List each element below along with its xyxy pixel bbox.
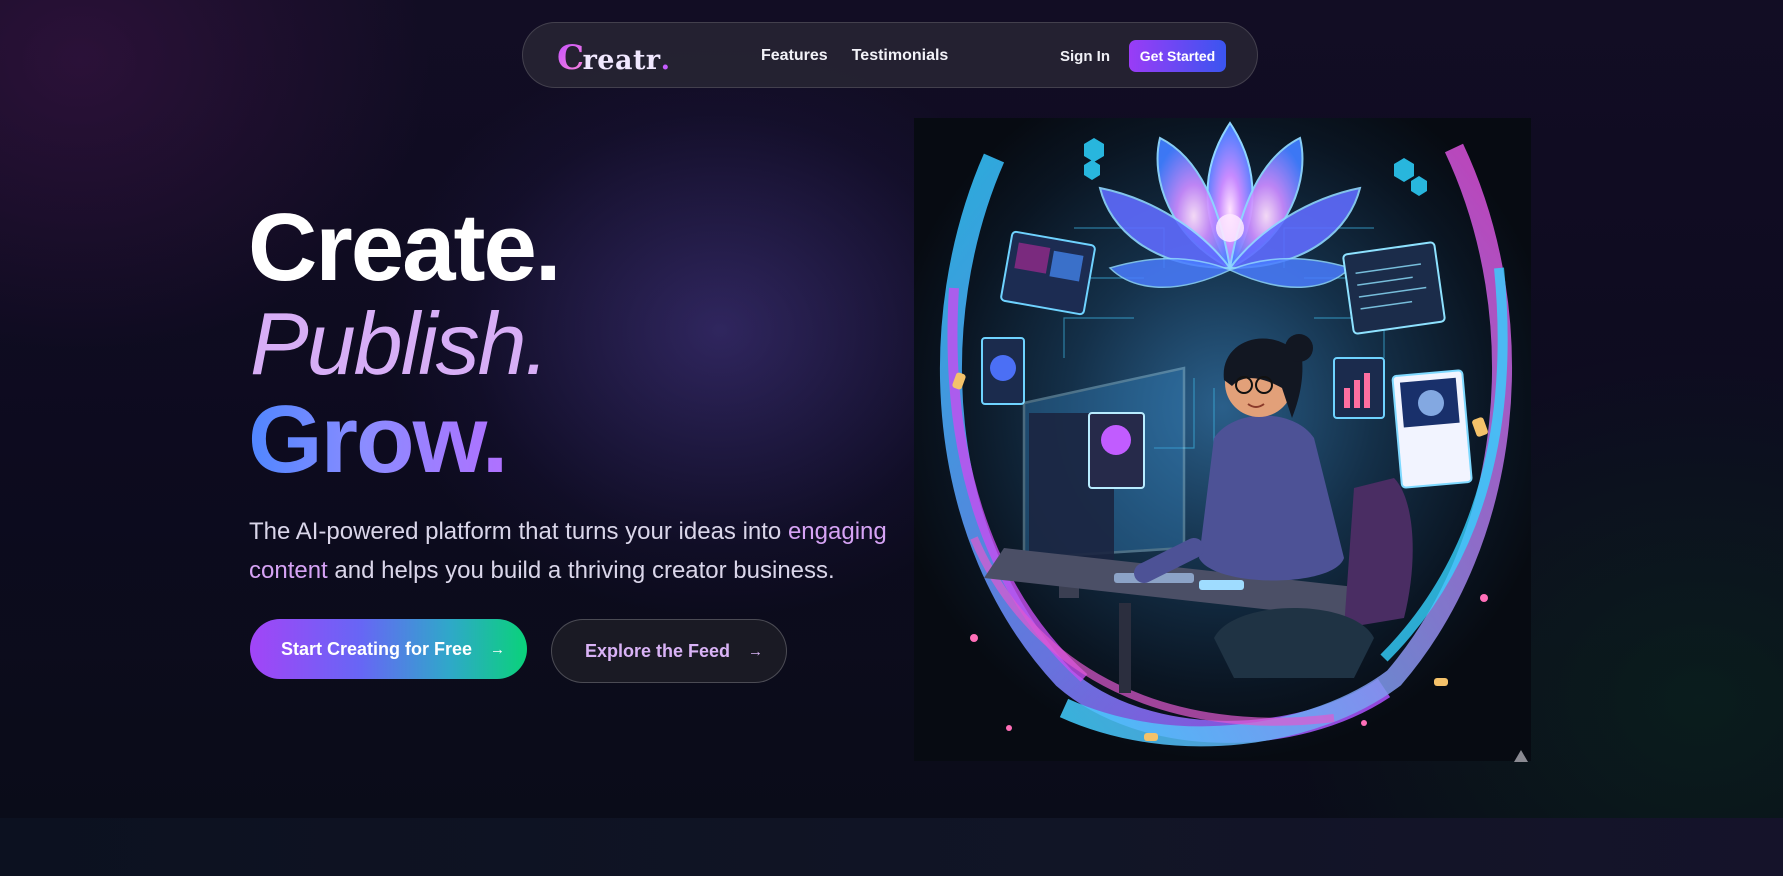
logo-initial: C [557,38,585,78]
hero-illustration [914,118,1531,761]
arrow-right-icon: → [490,640,506,658]
nav-links: Features Testimonials [761,47,948,65]
headline-create: Create. [248,194,561,301]
scroll-up-icon[interactable] [1514,750,1528,762]
headline-publish: Publish. [250,294,549,393]
brand-logo[interactable]: C reatr . [557,38,671,78]
nav-link-features[interactable]: Features [761,47,828,65]
subtitle-text-2: and helps you build a thriving creator b… [327,557,835,584]
next-section-edge [0,818,1783,876]
start-creating-label: Start Creating for Free [281,638,473,659]
explore-feed-button[interactable]: Explore the Feed → [551,619,787,683]
sign-in-link[interactable]: Sign In [1060,48,1110,65]
get-started-button[interactable]: Get Started [1129,40,1226,72]
start-creating-button[interactable]: Start Creating for Free → [250,619,527,679]
arrow-right-icon: → [748,642,764,660]
creator-at-desk-illustration [914,118,1531,761]
headline-grow: Grow. [248,386,508,493]
nav-link-testimonials[interactable]: Testimonials [852,47,949,65]
top-navbar: C reatr . Features Testimonials Sign In … [522,22,1258,88]
logo-dot: . [660,45,671,76]
hero-subtitle: The AI-powered platform that turns your … [249,512,889,590]
explore-feed-label: Explore the Feed [585,640,731,661]
subtitle-text-1: The AI-powered platform that turns your … [249,518,788,545]
logo-text: reatr [582,45,661,76]
